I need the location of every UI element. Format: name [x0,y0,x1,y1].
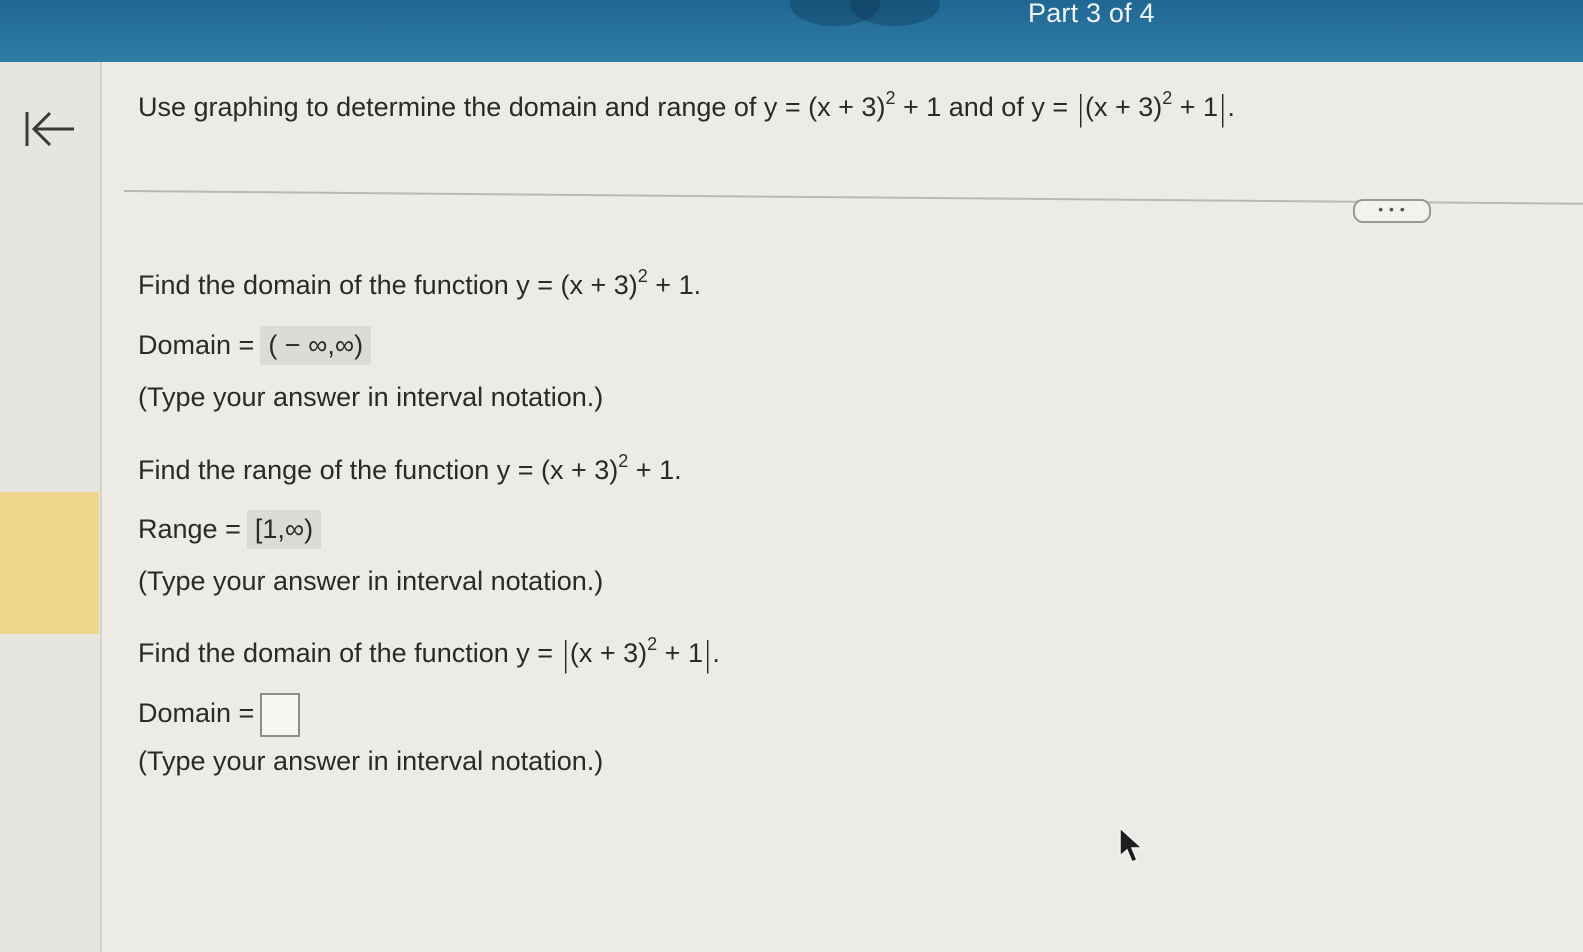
question-text: Use graphing to determine the domain and… [138,87,1235,128]
prompt-end: + 1. [647,270,702,300]
prompt-text: Find the domain of the function y = [138,638,561,668]
domain-label: Domain = [138,330,255,360]
question-lead: Use graphing to determine the domain and… [138,92,886,122]
exponent: 2 [637,266,648,286]
exponent: 2 [1162,88,1173,108]
part3-answer-row: Domain = [138,693,301,737]
abs-inner: (x + 3) [569,638,648,668]
prompt-end: + 1. [628,455,682,485]
part-indicator: Part 3 of 4 [1028,0,1155,28]
back-to-start-icon[interactable] [22,104,82,154]
range-answer-field[interactable]: [1,∞) [246,510,322,549]
header-shape [850,0,940,26]
part1-hint: (Type your answer in interval notation.) [138,382,604,412]
prompt-text: Find the range of the function y = (x + … [138,455,619,485]
prompt-end: . [712,638,720,668]
part2-answer-row: Range = [1,∞) [138,510,322,549]
domain-answer-field[interactable]: ( − ∞,∞) [260,326,372,365]
part3-prompt: Find the domain of the function y = |(x … [138,633,720,674]
abs-inner: (x + 3) [1084,92,1163,122]
part3-hint: (Type your answer in interval notation.) [138,746,604,776]
abs-tail: + 1 [1172,92,1219,122]
mouse-pointer-icon [1118,826,1146,866]
exponent: 2 [885,88,896,108]
question-mid: + 1 and of y = [895,92,1076,122]
part1-prompt: Find the domain of the function y = (x +… [138,267,702,301]
part2-prompt: Find the range of the function y = (x + … [138,452,682,486]
abs-tail: + 1 [657,638,703,668]
part1-answer-row: Domain =( − ∞,∞) [138,326,372,365]
current-part-marker [0,492,99,634]
domain-answer-input[interactable] [260,693,301,737]
prompt-text: Find the domain of the function y = (x +… [138,270,638,300]
more-button[interactable]: • • • [1353,199,1431,223]
part2-hint: (Type your answer in interval notation.) [138,566,604,596]
exponent: 2 [647,634,658,654]
range-label: Range = [138,514,241,544]
exponent: 2 [618,451,629,471]
top-bar: Part 3 of 4 [0,0,1583,62]
question-end: . [1227,92,1235,122]
domain-label: Domain = [138,698,255,729]
